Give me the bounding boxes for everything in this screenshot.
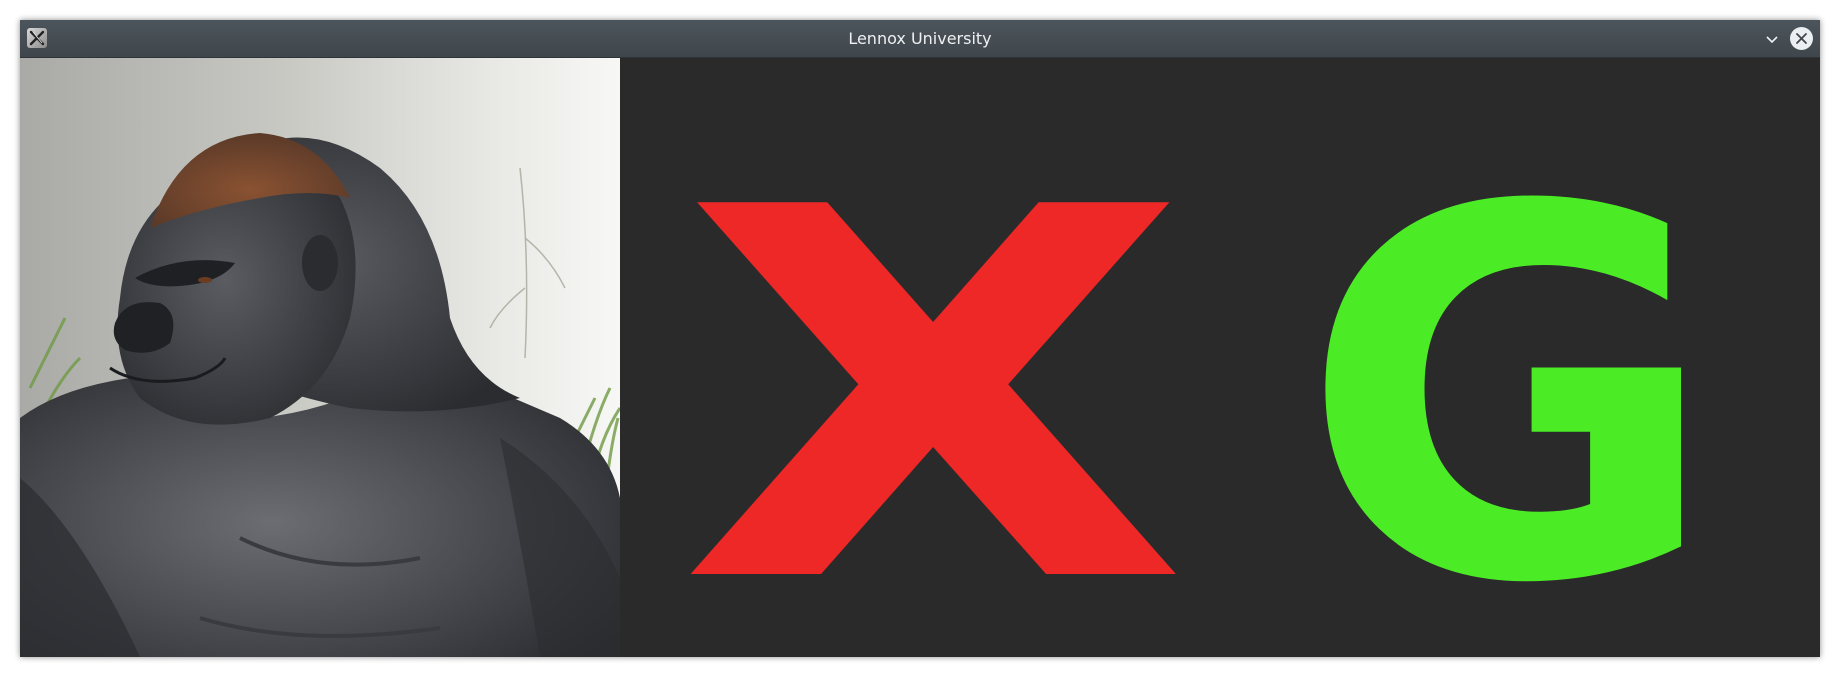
window-title: Lennox University [848,29,992,48]
letter-g: G [1300,102,1719,695]
minimize-button[interactable] [1762,29,1782,49]
close-icon [1796,33,1807,44]
window-content: X G [20,58,1820,657]
letter-x: X [678,102,1190,695]
title-bar[interactable]: Lennox University [20,20,1820,58]
close-button[interactable] [1790,27,1813,50]
gorilla-photo [20,58,620,657]
app-window: Lennox University X G [20,20,1820,657]
letter-panel: X G [620,58,1820,657]
gorilla-image [20,58,620,657]
chevron-down-icon [1766,36,1778,44]
